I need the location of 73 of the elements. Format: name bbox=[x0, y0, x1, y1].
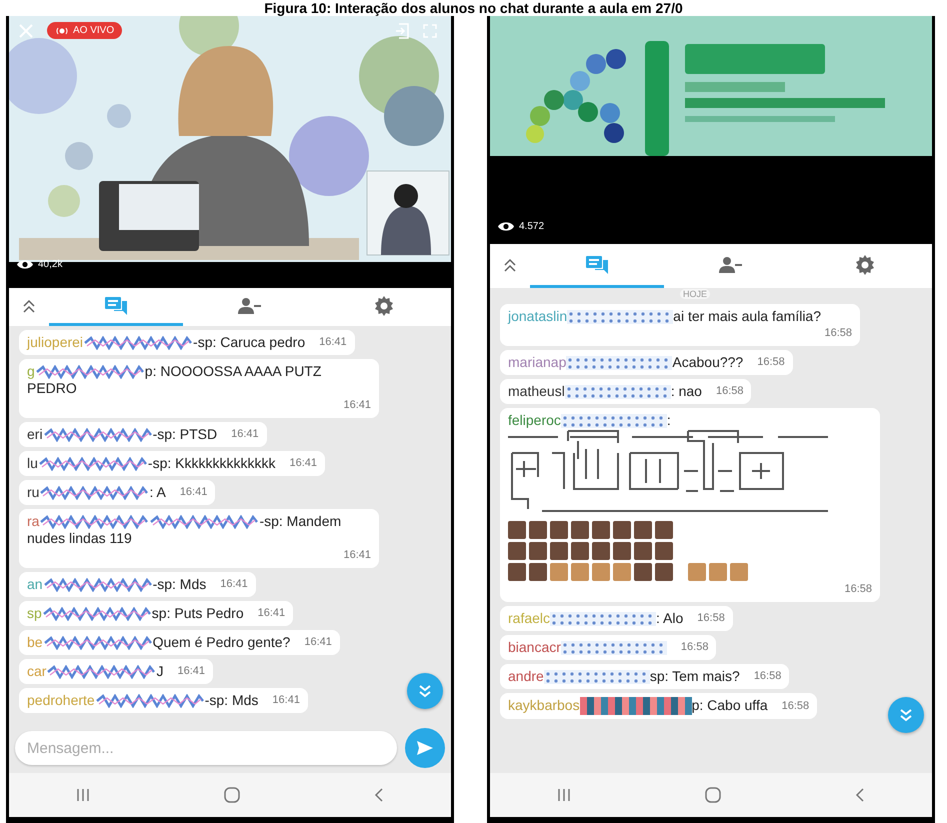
back-button[interactable] bbox=[855, 788, 865, 802]
message-time: 16:41 bbox=[177, 664, 205, 679]
message-text: rafaelc : Alo bbox=[508, 610, 684, 627]
message-text: feliperoc : bbox=[508, 412, 671, 429]
broadcast-icon bbox=[55, 26, 69, 34]
message-time: 16:41 bbox=[258, 606, 286, 621]
message-time: 16:41 bbox=[304, 635, 332, 650]
viewer-count: 4.572 bbox=[519, 221, 544, 232]
double-chevron-down-icon bbox=[899, 708, 913, 722]
message-text: car J bbox=[27, 663, 164, 680]
collapse-icon bbox=[23, 298, 35, 312]
viewer-count: 40,2k bbox=[38, 259, 62, 270]
home-icon bbox=[224, 787, 240, 803]
home-button[interactable] bbox=[705, 787, 721, 803]
message-time: 16:58 bbox=[697, 611, 725, 626]
settings-icon bbox=[855, 254, 875, 274]
recent-apps-icon bbox=[557, 788, 571, 802]
message-text: pedroherte -sp: Mds bbox=[27, 692, 258, 709]
message-text: be Quem é Pedro gente? bbox=[27, 634, 290, 651]
back-icon bbox=[855, 788, 865, 802]
message-text: an -sp: Mds bbox=[27, 576, 206, 593]
message-text: biancacr bbox=[508, 639, 667, 656]
eye-icon bbox=[17, 259, 33, 270]
message-time: 16:41 bbox=[231, 427, 259, 442]
message-text: andre sp: Tem mais? bbox=[508, 668, 740, 685]
recent-apps-button[interactable] bbox=[76, 788, 90, 802]
people-icon bbox=[719, 256, 743, 274]
back-icon bbox=[374, 788, 384, 802]
message-time: 16:58 bbox=[844, 582, 872, 597]
message-time: 16:41 bbox=[180, 485, 208, 500]
chat-icon bbox=[585, 254, 609, 274]
message-time: 16:58 bbox=[754, 669, 782, 684]
message-text: jonataslin ai ter mais aula família? bbox=[508, 308, 821, 325]
home-icon bbox=[705, 787, 721, 803]
message-text: g p: NOOOOSSA AAAA PUTZ PEDRO bbox=[27, 363, 322, 397]
message-text: ra -sp: Mandem nudes lindas 119 bbox=[27, 513, 342, 547]
double-chevron-down-icon bbox=[418, 684, 432, 698]
message-time: 16:58 bbox=[716, 384, 744, 399]
date-chip: HOJE bbox=[680, 289, 710, 299]
recent-apps-icon bbox=[76, 788, 90, 802]
message-text: ru : A bbox=[27, 484, 166, 501]
message-time: 16:58 bbox=[680, 640, 708, 655]
message-text: lu -sp: Kkkkkkkkkkkkkk bbox=[27, 455, 276, 472]
message-text: julioperei -sp: Caruca pedro bbox=[27, 334, 306, 351]
scroll-down-button[interactable] bbox=[407, 673, 443, 709]
message-time: 16:41 bbox=[272, 693, 300, 708]
message-time: 16:58 bbox=[824, 326, 852, 341]
settings-icon bbox=[374, 296, 394, 316]
collapse-icon bbox=[504, 258, 516, 272]
back-button[interactable] bbox=[374, 788, 384, 802]
send-icon bbox=[416, 740, 434, 756]
message-time: 16:58 bbox=[757, 355, 785, 370]
message-text: marianap Acabou??? bbox=[508, 354, 744, 371]
message-text: sp sp: Puts Pedro bbox=[27, 605, 244, 622]
chat-icon bbox=[104, 296, 128, 316]
message-time: 16:41 bbox=[289, 456, 318, 471]
message-time: 16:41 bbox=[343, 548, 371, 563]
message-time: 16:58 bbox=[782, 699, 810, 714]
message-text: eri -sp: PTSD bbox=[27, 426, 218, 443]
recent-apps-button[interactable] bbox=[557, 788, 571, 802]
message-time: 16:41 bbox=[220, 577, 248, 592]
message-time: 16:41 bbox=[343, 398, 371, 413]
message-text: matheusl : nao bbox=[508, 383, 702, 400]
message-text: kaykbarbos p: Cabo uffa bbox=[508, 697, 768, 716]
message-field[interactable]: Mensagem... bbox=[15, 731, 397, 765]
eye-icon bbox=[498, 221, 514, 232]
send-button[interactable] bbox=[405, 728, 445, 768]
figure-caption: Figura 10: Interação dos alunos no chat durante a aula em 27/0 bbox=[263, 0, 684, 16]
message-time: 16:41 bbox=[319, 335, 347, 350]
home-button[interactable] bbox=[224, 787, 240, 803]
people-icon bbox=[238, 296, 262, 314]
live-badge: AO VIVO bbox=[47, 22, 122, 39]
scroll-down-button[interactable] bbox=[888, 697, 924, 733]
